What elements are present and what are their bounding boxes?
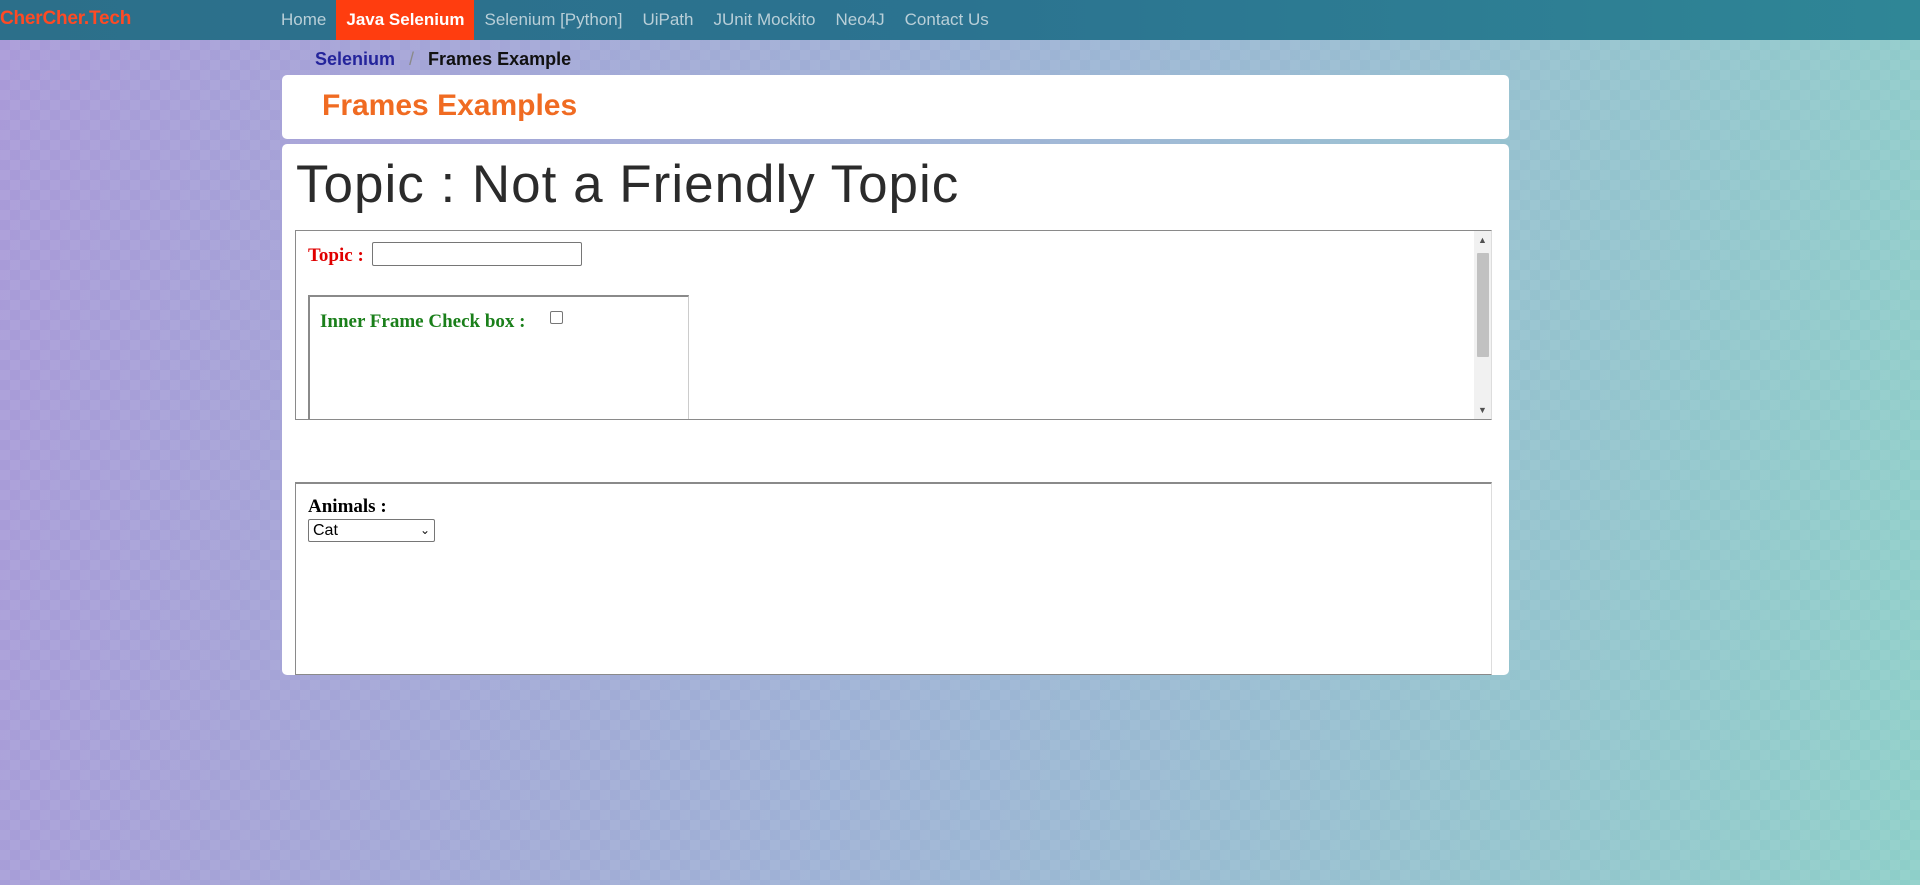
breadcrumb-current: Frames Example (428, 49, 572, 69)
page-title: Frames Examples (322, 89, 578, 122)
breadcrumb: Selenium / Frames Example (315, 49, 571, 70)
inner-frame-checkbox-label: Inner Frame Check box : (320, 311, 526, 332)
nav-item-neo4j[interactable]: Neo4J (826, 0, 895, 40)
nav-item-selenium-python[interactable]: Selenium [Python] (474, 0, 632, 40)
animals-selected-value: Cat (313, 522, 338, 539)
nav-item-home[interactable]: Home (271, 0, 336, 40)
scroll-thumb[interactable] (1477, 253, 1489, 357)
topic-frame: Topic : Inner Frame Check box : ▲ ▼ (295, 230, 1492, 420)
topic-heading: Topic : Not a Friendly Topic (296, 155, 960, 214)
topic-input[interactable] (372, 242, 582, 266)
brand-logo[interactable]: CherCher.Tech (0, 8, 131, 30)
animals-select[interactable]: Cat ⌄ (308, 519, 435, 542)
frame-scrollbar[interactable]: ▲ ▼ (1474, 231, 1491, 419)
chevron-down-icon: ⌄ (419, 523, 430, 537)
inner-frame: Inner Frame Check box : (308, 295, 689, 419)
top-navbar: CherCher.Tech Home Java Selenium Seleniu… (0, 0, 1920, 40)
nav-item-java-selenium[interactable]: Java Selenium (336, 0, 475, 40)
topic-label: Topic : (308, 245, 364, 266)
animals-frame: Animals : Cat ⌄ (295, 482, 1492, 675)
breadcrumb-link-selenium[interactable]: Selenium (315, 49, 395, 70)
nav-item-contact-us[interactable]: Contact Us (895, 0, 999, 40)
content-card: Topic : Not a Friendly Topic Topic : Inn… (282, 144, 1509, 675)
inner-frame-checkbox[interactable] (550, 311, 563, 324)
nav-item-junit-mockito[interactable]: JUnit Mockito (703, 0, 825, 40)
breadcrumb-separator: / (409, 49, 415, 69)
nav-item-uipath[interactable]: UiPath (632, 0, 703, 40)
title-card: Frames Examples (282, 75, 1509, 139)
nav-menu: Home Java Selenium Selenium [Python] UiP… (271, 0, 999, 40)
scroll-down-arrow-icon[interactable]: ▼ (1474, 403, 1491, 417)
scroll-up-arrow-icon[interactable]: ▲ (1474, 233, 1491, 247)
animals-label: Animals : (308, 496, 387, 517)
